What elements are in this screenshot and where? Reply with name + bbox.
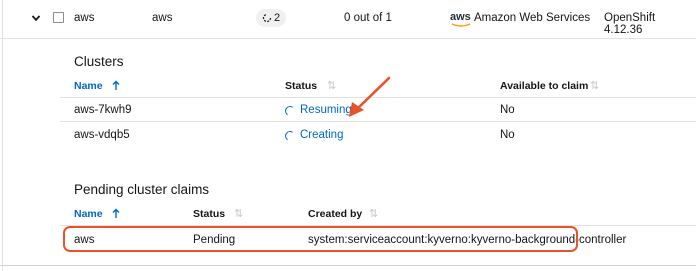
arrow-up-icon[interactable] xyxy=(112,80,120,91)
col-status-header[interactable]: Status xyxy=(193,208,225,220)
provider-name: Amazon Web Services xyxy=(474,12,591,24)
row-divider xyxy=(60,121,696,122)
distribution-version: OpenShift 4.12.36 xyxy=(604,12,656,36)
clusters-title: Clusters xyxy=(74,54,124,69)
col-status-header[interactable]: Status xyxy=(285,80,317,92)
aws-smile-icon xyxy=(451,23,471,27)
bottom-divider xyxy=(0,265,696,266)
left-border xyxy=(2,0,3,271)
sort-icon[interactable]: ⇅ xyxy=(327,79,336,92)
sort-icon[interactable]: ⇅ xyxy=(590,79,599,92)
spinner-icon xyxy=(284,105,296,117)
aws-logo-text: aws xyxy=(450,11,471,23)
cluster-available: No xyxy=(500,104,515,116)
cluster-name: aws-vdqb5 xyxy=(74,129,130,141)
claim-ratio: 0 out of 1 xyxy=(344,12,392,24)
row-name[interactable]: aws xyxy=(74,12,94,24)
col-name-header[interactable]: Name xyxy=(74,208,103,220)
spinner-icon xyxy=(284,130,296,142)
cluster-name: aws-7kwh9 xyxy=(74,104,132,116)
col-name-header[interactable]: Name xyxy=(74,80,103,92)
highlight-box xyxy=(63,226,578,252)
cluster-available: No xyxy=(500,129,515,141)
sort-icon[interactable]: ⇅ xyxy=(369,207,378,220)
sync-icon xyxy=(262,13,272,23)
cluster-pool-row: aws aws 2 0 out of 1 aws Amazon Web Serv… xyxy=(0,0,696,39)
cluster-count: 2 xyxy=(273,12,281,24)
col-available-header[interactable]: Available to claim xyxy=(500,80,588,92)
chevron-down-icon[interactable] xyxy=(31,13,41,23)
red-arrow xyxy=(349,76,391,117)
row-checkbox[interactable] xyxy=(53,12,64,23)
sort-icon[interactable]: ⇅ xyxy=(234,207,243,220)
row-namespace: aws xyxy=(152,12,173,24)
arrow-up-icon[interactable] xyxy=(112,208,120,219)
pending-claims-title: Pending cluster claims xyxy=(74,182,210,197)
cluster-count-badge: 2 xyxy=(256,9,286,27)
aws-logo: aws xyxy=(450,9,472,29)
col-created-by-header[interactable]: Created by xyxy=(308,208,362,220)
cluster-status-link[interactable]: Creating xyxy=(300,129,343,141)
